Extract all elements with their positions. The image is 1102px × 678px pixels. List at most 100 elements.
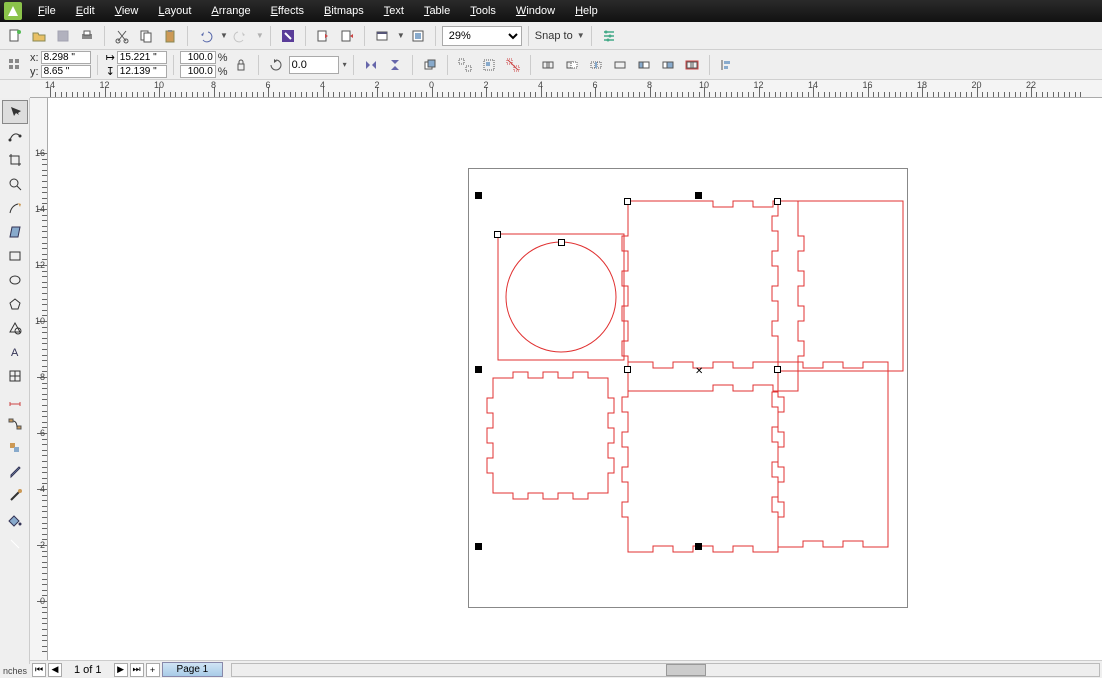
trim-button[interactable]: [561, 54, 583, 76]
interactive-blend-tool[interactable]: [2, 436, 28, 460]
undo-button[interactable]: [194, 25, 216, 47]
to-front-button[interactable]: [419, 54, 441, 76]
menu-arrange[interactable]: Arrange: [201, 2, 260, 20]
dimension-tool[interactable]: [2, 388, 28, 412]
menu-view[interactable]: View: [105, 2, 149, 20]
table-tool[interactable]: [2, 364, 28, 388]
pick-tool[interactable]: [2, 100, 28, 124]
node-handle[interactable]: [774, 198, 781, 205]
ungroup-button[interactable]: [454, 54, 476, 76]
polygon-tool[interactable]: [2, 292, 28, 316]
align-button[interactable]: [716, 54, 738, 76]
interactive-fill-tool[interactable]: [2, 532, 28, 556]
snap-dropdown[interactable]: ▼: [577, 31, 585, 40]
node-handle[interactable]: [624, 198, 631, 205]
import-button[interactable]: [312, 25, 334, 47]
redo-button[interactable]: [230, 25, 252, 47]
height-icon: ↧: [106, 65, 115, 78]
horizontal-ruler[interactable]: 14121086420246810121416182022: [30, 80, 1102, 98]
zoom-combo[interactable]: 29%: [442, 26, 522, 46]
crop-tool[interactable]: [2, 148, 28, 172]
scale-x-input[interactable]: [180, 51, 216, 64]
weld-button[interactable]: [537, 54, 559, 76]
selection-handle-tm[interactable]: [695, 192, 702, 199]
selection-handle-bm[interactable]: [695, 543, 702, 550]
group-button[interactable]: [478, 54, 500, 76]
options-button[interactable]: [598, 25, 620, 47]
front-minus-back-button[interactable]: [633, 54, 655, 76]
app-launcher-button[interactable]: [371, 25, 393, 47]
menu-effects[interactable]: Effects: [261, 2, 314, 20]
eyedropper-tool[interactable]: [2, 460, 28, 484]
menu-table[interactable]: Table: [414, 2, 460, 20]
menu-window[interactable]: Window: [506, 2, 565, 20]
menu-edit[interactable]: Edit: [66, 2, 105, 20]
menu-help[interactable]: Help: [565, 2, 608, 20]
canvas[interactable]: ✕: [48, 98, 1102, 660]
node-handle[interactable]: [558, 239, 565, 246]
fill-tool[interactable]: [2, 508, 28, 532]
welcome-button[interactable]: [407, 25, 429, 47]
save-button[interactable]: [52, 25, 74, 47]
back-minus-front-button[interactable]: [657, 54, 679, 76]
selection-handle-bl[interactable]: [475, 543, 482, 550]
undo-dropdown[interactable]: ▼: [220, 31, 228, 40]
shape-tool[interactable]: [2, 124, 28, 148]
horizontal-scrollbar[interactable]: [231, 663, 1100, 677]
width-input[interactable]: [117, 51, 167, 64]
menu-file[interactable]: File: [28, 2, 66, 20]
basic-shapes-tool[interactable]: [2, 316, 28, 340]
intersect-button[interactable]: [585, 54, 607, 76]
smart-fill-tool[interactable]: [2, 220, 28, 244]
mirror-h-button[interactable]: [360, 54, 382, 76]
drawing-page: [468, 168, 908, 608]
height-input[interactable]: [117, 65, 167, 78]
rectangle-tool[interactable]: [2, 244, 28, 268]
property-bar: x: y: ↦ ↧ % % ▾: [0, 50, 1102, 80]
ungroup-all-button[interactable]: [502, 54, 524, 76]
page-tab[interactable]: Page 1: [162, 662, 224, 677]
open-button[interactable]: [28, 25, 50, 47]
node-handle[interactable]: [774, 366, 781, 373]
export-button[interactable]: [336, 25, 358, 47]
menu-bitmaps[interactable]: Bitmaps: [314, 2, 374, 20]
redo-dropdown[interactable]: ▼: [256, 31, 264, 40]
menu-tools[interactable]: Tools: [460, 2, 506, 20]
rotation-input[interactable]: [289, 56, 339, 74]
mirror-v-button[interactable]: [384, 54, 406, 76]
print-button[interactable]: [76, 25, 98, 47]
width-icon: ↦: [106, 51, 115, 64]
cut-button[interactable]: [111, 25, 133, 47]
zoom-tool[interactable]: [2, 172, 28, 196]
scale-y-input[interactable]: [180, 65, 216, 78]
search-button[interactable]: [277, 25, 299, 47]
menu-layout[interactable]: Layout: [148, 2, 201, 20]
simplify-button[interactable]: [609, 54, 631, 76]
next-page-button[interactable]: ▶: [114, 663, 128, 677]
x-input[interactable]: [41, 51, 91, 64]
boundary-button[interactable]: [681, 54, 703, 76]
selection-handle-tl[interactable]: [475, 192, 482, 199]
text-tool[interactable]: A: [2, 340, 28, 364]
node-handle[interactable]: [624, 366, 631, 373]
launcher-dropdown[interactable]: ▼: [397, 31, 405, 40]
copy-button[interactable]: [135, 25, 157, 47]
selection-center[interactable]: ✕: [695, 366, 703, 377]
svg-text:A: A: [11, 347, 19, 359]
paste-button[interactable]: [159, 25, 181, 47]
lock-ratio-button[interactable]: [230, 54, 252, 76]
selection-handle-ml[interactable]: [475, 366, 482, 373]
prev-page-button[interactable]: ◀: [48, 663, 62, 677]
vertical-ruler[interactable]: 1614121086420: [30, 98, 48, 660]
node-handle[interactable]: [494, 231, 501, 238]
freehand-tool[interactable]: [2, 196, 28, 220]
new-button[interactable]: [4, 25, 26, 47]
first-page-button[interactable]: ⏮: [32, 663, 46, 677]
ellipse-tool[interactable]: [2, 268, 28, 292]
y-input[interactable]: [41, 65, 91, 78]
connector-tool[interactable]: [2, 412, 28, 436]
menu-text[interactable]: Text: [374, 2, 414, 20]
last-page-button[interactable]: ⏭: [130, 663, 144, 677]
outline-tool[interactable]: [2, 484, 28, 508]
add-page-button[interactable]: +: [146, 663, 160, 677]
